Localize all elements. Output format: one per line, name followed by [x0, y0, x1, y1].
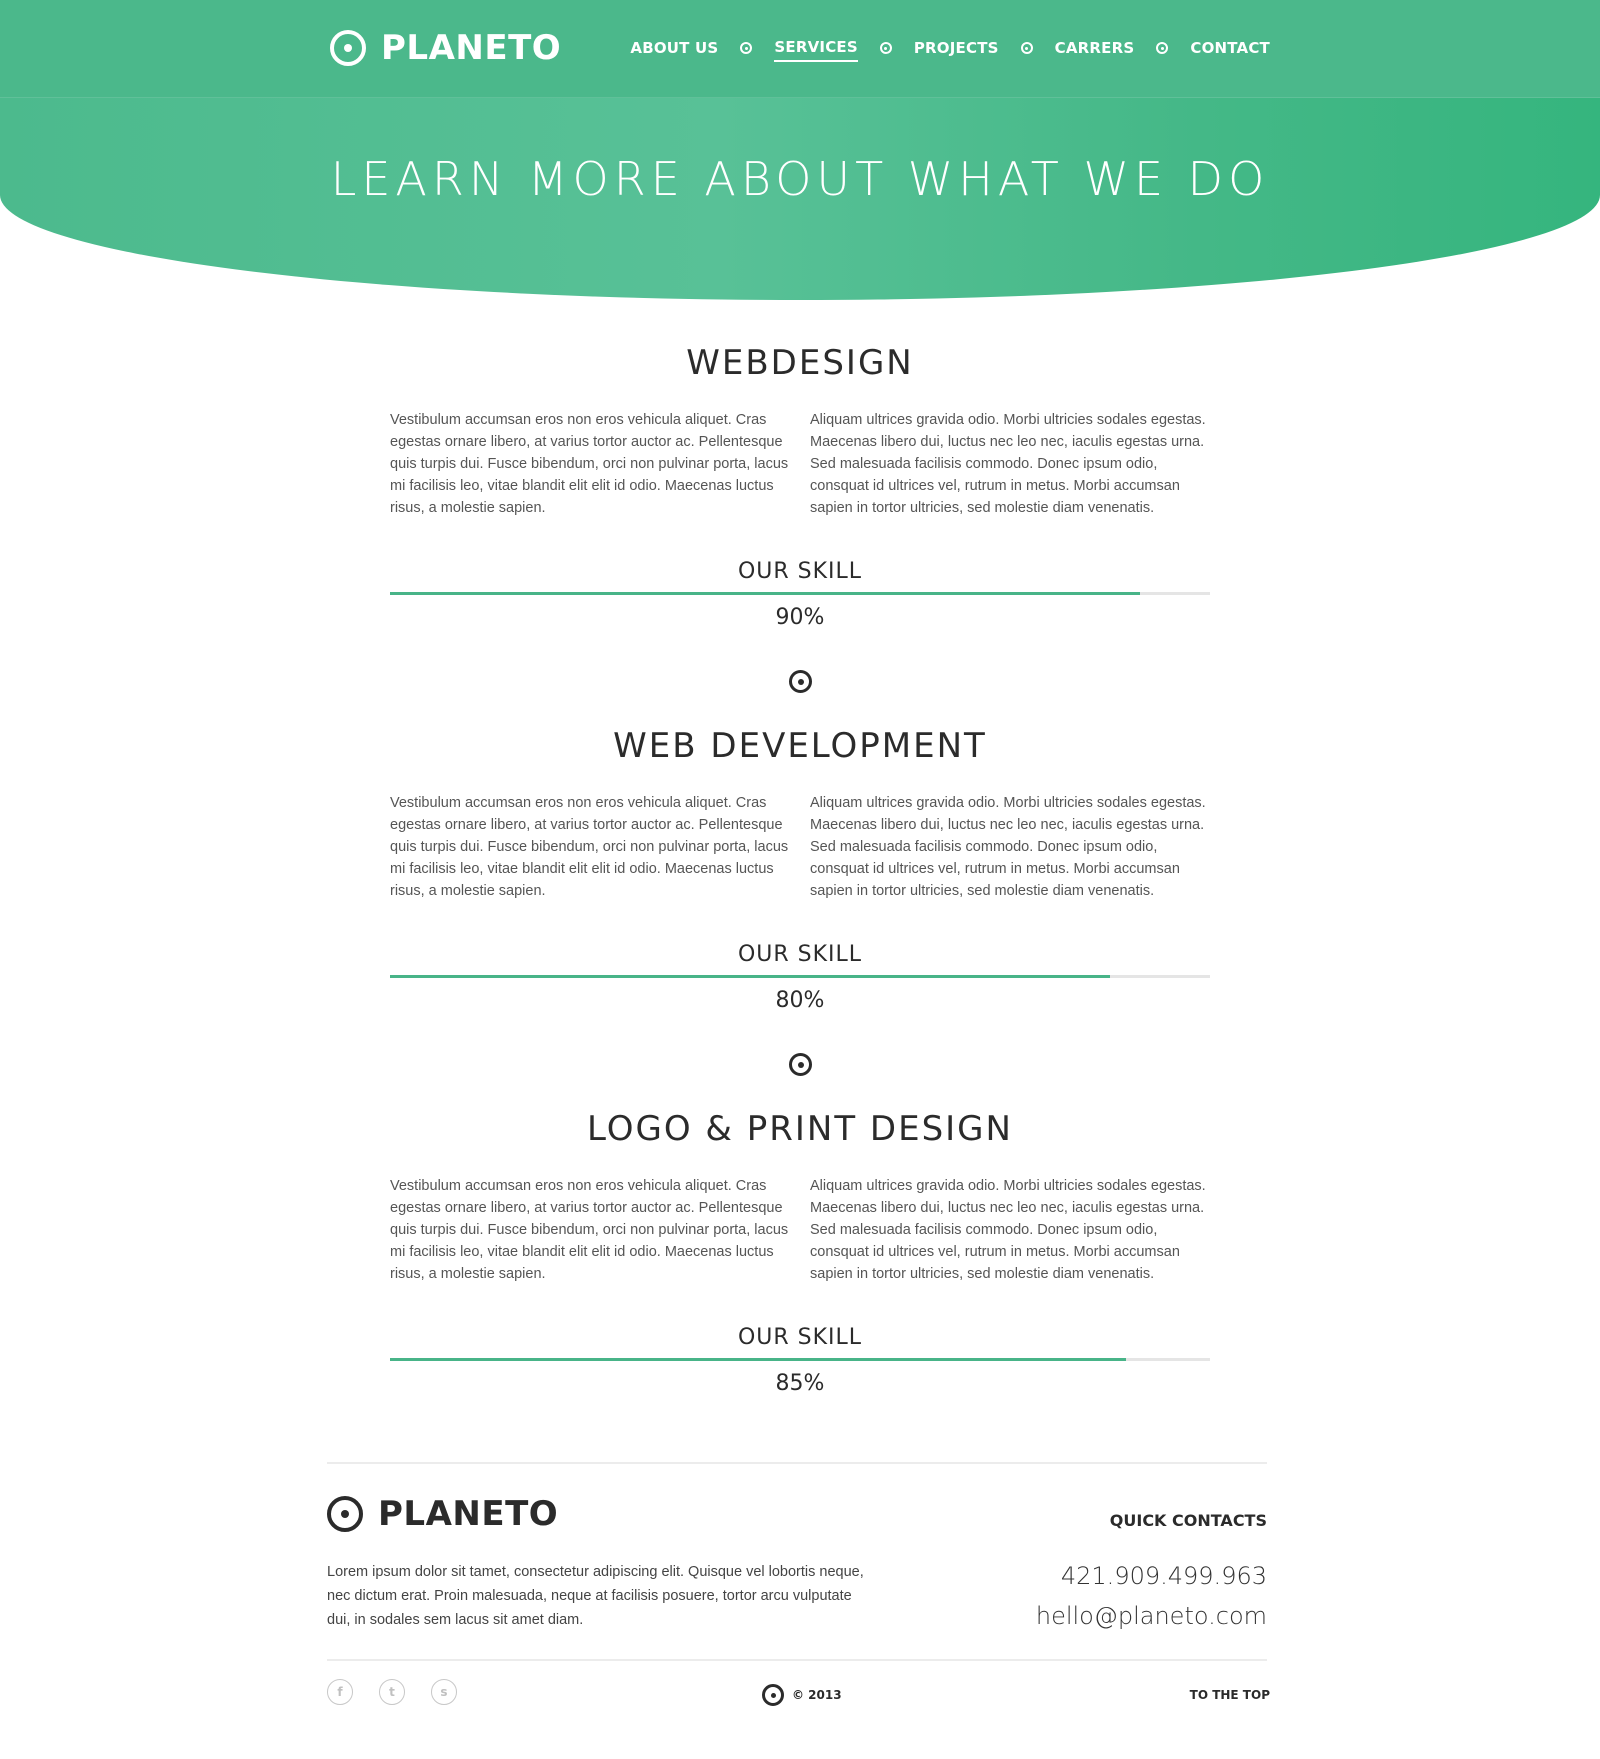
footer-divider-bottom	[327, 1659, 1267, 1661]
skype-icon[interactable]: s	[431, 1679, 457, 1705]
main-nav: ABOUT US SERVICES PROJECTS CARRERS CONTA…	[630, 38, 1270, 62]
section-divider-icon	[789, 1053, 812, 1076]
hero-banner: PLANETO ABOUT US SERVICES PROJECTS CARRE…	[0, 0, 1600, 300]
skill-title: OUR SKILL	[737, 559, 863, 584]
service-text-right: Aliquam ultrices gravida odio. Morbi ult…	[810, 795, 1206, 899]
service-text-right: Aliquam ultrices gravida odio. Morbi ult…	[810, 412, 1206, 516]
social-links: f t s	[327, 1679, 483, 1705]
service-webdesign: WEBDESIGN Vestibulum accumsan eros non e…	[390, 343, 1210, 630]
to-the-top-link[interactable]: TO THE TOP	[1190, 1688, 1270, 1702]
skill-progress-bar	[390, 975, 1210, 978]
service-title: LOGO & PRINT DESIGN	[587, 1109, 1013, 1149]
service-text-left: Vestibulum accumsan eros non eros vehicu…	[390, 795, 789, 899]
skill-progress-bar	[390, 1358, 1210, 1361]
hero-title: LEARN MORE ABOUT WHAT WE DO	[330, 152, 1270, 206]
copyright: © 2013	[762, 1684, 842, 1706]
top-navigation-bar: PLANETO ABOUT US SERVICES PROJECTS CARRE…	[0, 0, 1600, 98]
nav-about-us[interactable]: ABOUT US	[630, 39, 718, 61]
logo-text: PLANETO	[381, 28, 562, 68]
nav-separator-icon	[879, 42, 892, 54]
service-text-left: Vestibulum accumsan eros non eros vehicu…	[390, 412, 789, 516]
service-title: WEB DEVELOPMENT	[613, 726, 987, 766]
planet-logo-icon	[327, 1496, 363, 1532]
skill-percentage: 90%	[775, 605, 825, 630]
footer-divider-top	[327, 1462, 1267, 1464]
contact-phone[interactable]: 421.909.499.963	[1061, 1562, 1267, 1590]
footer-description: Lorem ipsum dolor sit tamet, consectetur…	[327, 1564, 864, 1628]
skill-progress-fill	[390, 592, 1141, 595]
skill-percentage: 85%	[775, 1371, 825, 1396]
copyright-text: © 2013	[792, 1688, 842, 1702]
facebook-icon[interactable]: f	[327, 1679, 353, 1705]
nav-projects[interactable]: PROJECTS	[914, 39, 999, 61]
skill-title: OUR SKILL	[737, 1325, 863, 1350]
header-logo[interactable]: PLANETO	[330, 28, 561, 68]
service-text-right: Aliquam ultrices gravida odio. Morbi ult…	[810, 1178, 1206, 1282]
nav-separator-icon	[740, 42, 753, 54]
service-web-development: WEB DEVELOPMENT Vestibulum accumsan eros…	[390, 726, 1210, 1013]
skill-progress-fill	[390, 975, 1110, 978]
twitter-icon[interactable]: t	[379, 1679, 405, 1705]
quick-contacts-title: QUICK CONTACTS	[1109, 1511, 1267, 1530]
nav-contact[interactable]: CONTACT	[1190, 39, 1270, 61]
nav-carrers[interactable]: CARRERS	[1055, 39, 1135, 61]
nav-separator-icon	[1020, 42, 1033, 54]
service-text-left: Vestibulum accumsan eros non eros vehicu…	[390, 1178, 789, 1282]
skill-title: OUR SKILL	[737, 942, 863, 967]
planet-logo-icon	[330, 30, 366, 66]
nav-separator-icon	[1156, 42, 1169, 54]
skill-percentage: 80%	[775, 988, 825, 1013]
contact-email[interactable]: hello@planeto.com	[1036, 1602, 1267, 1630]
service-logo-print-design: LOGO & PRINT DESIGN Vestibulum accumsan …	[390, 1109, 1210, 1396]
footer-logo-text: PLANETO	[378, 1494, 559, 1534]
nav-services[interactable]: SERVICES	[774, 38, 858, 62]
service-title: WEBDESIGN	[686, 343, 914, 383]
skill-progress-bar	[390, 592, 1210, 595]
planet-logo-icon	[762, 1684, 784, 1706]
footer-logo[interactable]: PLANETO	[327, 1494, 558, 1534]
skill-progress-fill	[390, 1358, 1127, 1361]
section-divider-icon	[789, 670, 812, 693]
